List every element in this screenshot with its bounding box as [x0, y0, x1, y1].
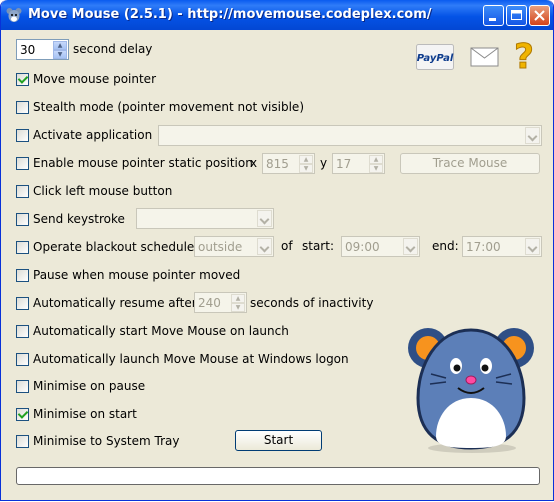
auto-launch-label[interactable]: Automatically launch Move Mouse at Windo…: [33, 352, 349, 366]
envelope-icon[interactable]: [470, 45, 500, 69]
send-keystroke-checkbox[interactable]: [16, 212, 29, 226]
auto-start-row[interactable]: Automatically start Move Mouse on launch: [16, 322, 289, 340]
spinner-down-icon[interactable]: ▼: [231, 303, 245, 312]
stealth-label[interactable]: Stealth mode (pointer movement not visib…: [33, 100, 304, 114]
spinner-up-icon[interactable]: ▲: [231, 294, 245, 303]
spinner-up-icon[interactable]: ▲: [369, 155, 383, 164]
auto-start-label[interactable]: Automatically start Move Mouse on launch: [33, 324, 289, 338]
end-label: end:: [432, 239, 459, 253]
help-icon[interactable]: ?: [512, 38, 536, 72]
paypal-label: PayPal: [417, 53, 454, 64]
delay-label: second delay: [73, 42, 153, 56]
y-value[interactable]: 17: [336, 157, 351, 171]
delay-spinner[interactable]: 30 ▲ ▼: [16, 39, 69, 60]
spinner-up-icon[interactable]: ▲: [53, 41, 67, 50]
title-bar[interactable]: Move Mouse (2.5.1) - http://movemouse.co…: [1, 0, 553, 30]
auto-resume-checkbox[interactable]: [16, 296, 29, 310]
y-label: y: [320, 156, 328, 170]
resume-seconds-spinner[interactable]: 240 ▲ ▼: [194, 292, 247, 313]
blackout-label[interactable]: Operate blackout schedule: [33, 240, 194, 254]
progress-bar: [16, 467, 540, 485]
stealth-row[interactable]: Stealth mode (pointer movement not visib…: [16, 98, 304, 116]
help-glyph: ?: [514, 38, 534, 72]
spinner-down-icon[interactable]: ▼: [369, 164, 383, 173]
start-label: start:: [302, 239, 334, 253]
end-time-value: 17:00: [466, 240, 501, 254]
static-position-row[interactable]: Enable mouse pointer static position: [16, 154, 253, 172]
chevron-down-icon[interactable]: [525, 127, 540, 144]
auto-launch-row[interactable]: Automatically launch Move Mouse at Windo…: [16, 350, 349, 368]
min-start-row[interactable]: Minimise on start: [16, 405, 137, 423]
auto-launch-checkbox[interactable]: [16, 352, 29, 366]
app-mouse-icon: [6, 8, 22, 22]
stealth-checkbox[interactable]: [16, 100, 29, 114]
end-time-select[interactable]: 17:00: [462, 236, 542, 257]
activate-app-label[interactable]: Activate application: [33, 128, 152, 142]
pause-moved-label[interactable]: Pause when mouse pointer moved: [33, 268, 240, 282]
min-pause-label[interactable]: Minimise on pause: [33, 379, 145, 393]
chevron-down-icon[interactable]: [525, 238, 540, 255]
maximize-icon[interactable]: [506, 5, 527, 26]
send-keystroke-label[interactable]: Send keystroke: [33, 212, 125, 226]
blackout-row[interactable]: Operate blackout schedule: [16, 238, 194, 256]
static-position-checkbox[interactable]: [16, 156, 29, 170]
spinner-down-icon[interactable]: ▼: [299, 164, 313, 173]
trace-mouse-button[interactable]: Trace Mouse: [400, 153, 540, 174]
pause-moved-row[interactable]: Pause when mouse pointer moved: [16, 266, 240, 284]
click-left-label[interactable]: Click left mouse button: [33, 184, 172, 198]
x-spinner[interactable]: 815 ▲ ▼: [262, 153, 315, 174]
start-time-value: 09:00: [345, 240, 380, 254]
blackout-mode-value: outside: [198, 240, 243, 254]
blackout-mode-select[interactable]: outside: [194, 236, 274, 257]
activate-app-row[interactable]: Activate application: [16, 126, 152, 144]
x-label: x: [250, 156, 258, 170]
move-pointer-row[interactable]: Move mouse pointer: [16, 70, 156, 88]
min-tray-label[interactable]: Minimise to System Tray: [33, 434, 179, 448]
move-pointer-checkbox[interactable]: [16, 72, 29, 86]
auto-start-checkbox[interactable]: [16, 324, 29, 338]
start-button[interactable]: Start: [235, 430, 322, 451]
x-value[interactable]: 815: [266, 157, 289, 171]
click-left-row[interactable]: Click left mouse button: [16, 182, 172, 200]
of-label: of: [281, 239, 293, 253]
mascot-mouse: [408, 328, 534, 453]
chevron-down-icon[interactable]: [257, 238, 272, 255]
y-spinner[interactable]: 17 ▲ ▼: [332, 153, 385, 174]
spinner-down-icon[interactable]: ▼: [53, 50, 67, 59]
pause-moved-checkbox[interactable]: [16, 268, 29, 282]
application-select[interactable]: [158, 125, 542, 146]
min-start-checkbox[interactable]: [16, 407, 29, 421]
blackout-checkbox[interactable]: [16, 240, 29, 254]
main-panel: 30 ▲ ▼ second delay PayPal ? Move mouse …: [4, 30, 550, 497]
keystroke-select[interactable]: [136, 208, 274, 229]
chevron-down-icon[interactable]: [257, 210, 272, 227]
chevron-down-icon[interactable]: [403, 238, 418, 255]
static-position-label[interactable]: Enable mouse pointer static position: [33, 156, 253, 170]
resume-seconds-value[interactable]: 240: [198, 296, 221, 310]
delay-value[interactable]: 30: [20, 43, 35, 57]
spinner-up-icon[interactable]: ▲: [299, 155, 313, 164]
auto-resume-label[interactable]: Automatically resume after: [33, 296, 197, 310]
window-title: Move Mouse (2.5.1) - http://movemouse.co…: [28, 7, 432, 22]
min-tray-row[interactable]: Minimise to System Tray: [16, 432, 179, 450]
resume-suffix: seconds of inactivity: [250, 296, 374, 310]
min-pause-checkbox[interactable]: [16, 379, 29, 393]
min-tray-checkbox[interactable]: [16, 434, 29, 448]
click-left-checkbox[interactable]: [16, 184, 29, 198]
app-window: Move Mouse (2.5.1) - http://movemouse.co…: [0, 0, 554, 501]
activate-app-checkbox[interactable]: [16, 128, 29, 142]
auto-resume-row[interactable]: Automatically resume after: [16, 294, 197, 312]
paypal-icon[interactable]: PayPal: [416, 44, 454, 70]
close-icon[interactable]: [529, 5, 550, 26]
move-pointer-label[interactable]: Move mouse pointer: [33, 72, 156, 86]
min-start-label[interactable]: Minimise on start: [33, 407, 137, 421]
minimize-icon[interactable]: [483, 5, 504, 26]
start-time-select[interactable]: 09:00: [341, 236, 420, 257]
send-keystroke-row[interactable]: Send keystroke: [16, 210, 125, 228]
min-pause-row[interactable]: Minimise on pause: [16, 377, 145, 395]
